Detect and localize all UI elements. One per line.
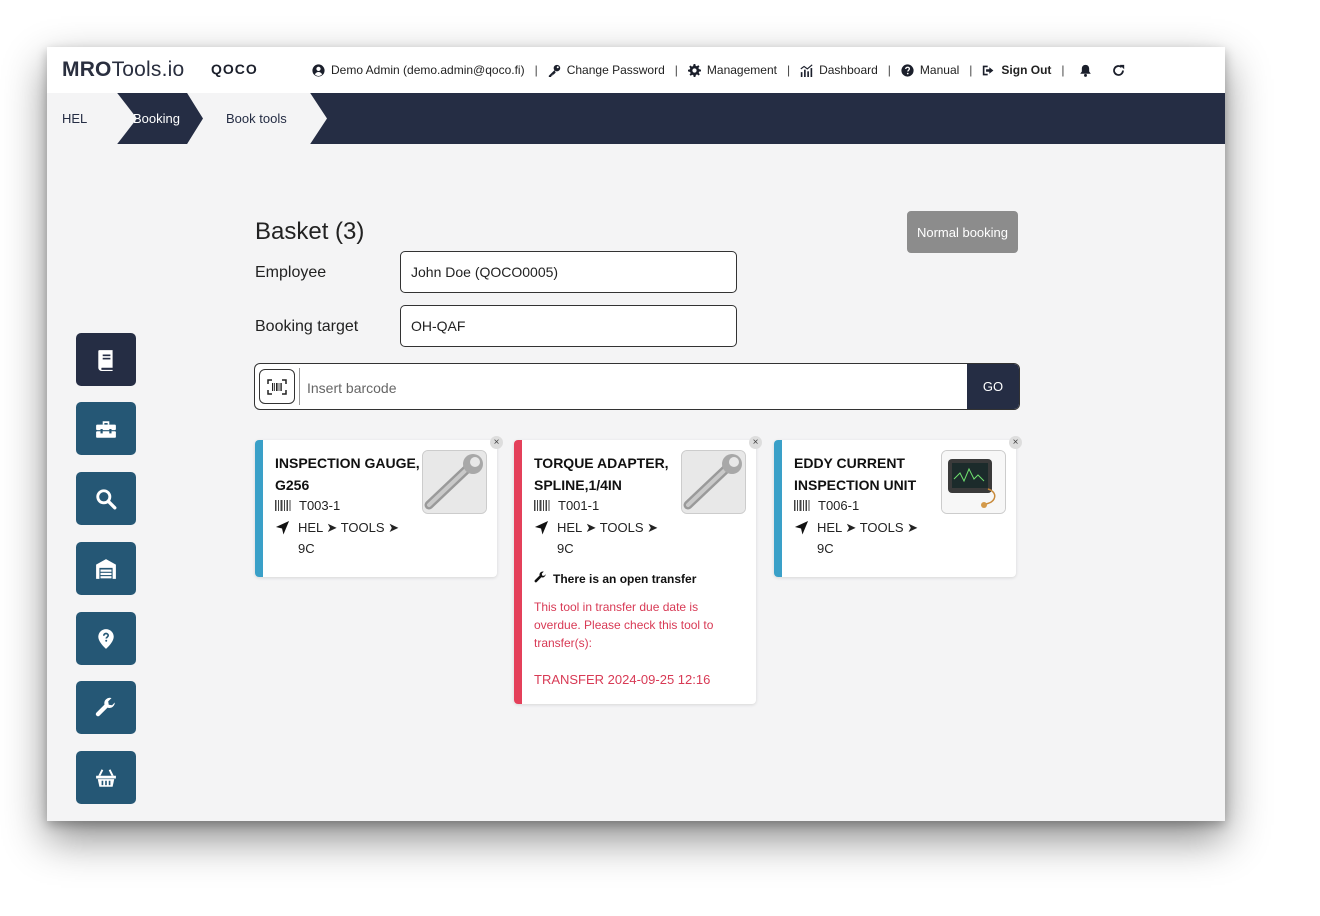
barcode-row: GO (254, 363, 1020, 410)
sidebar-book-button[interactable] (76, 333, 136, 386)
tool-location: HEL ➤ TOOLS ➤ 9C (557, 520, 659, 556)
barcode-scan-icon (267, 378, 287, 395)
remove-card-button[interactable]: × (749, 436, 762, 449)
basket-icon (96, 768, 116, 787)
barcode-icon (534, 500, 550, 511)
breadcrumb-book-tools[interactable]: Book tools (187, 93, 327, 144)
question-circle-icon (901, 63, 914, 77)
transfer-link[interactable]: TRANSFER 2024-09-25 12:16 (534, 672, 746, 687)
location-arrow-icon (275, 520, 290, 535)
nav-separator: | (534, 63, 538, 77)
refresh-button[interactable] (1112, 64, 1125, 77)
nav-separator: | (969, 63, 973, 77)
tool-location: HEL ➤ TOOLS ➤ 9C (298, 520, 400, 556)
barcode-icon (794, 500, 810, 511)
management-label: Management (706, 63, 777, 77)
book-icon (98, 349, 113, 371)
app-window: MROTools.io QOCO Demo Admin (demo.admin@… (47, 47, 1225, 821)
wrench-icon (95, 697, 115, 716)
tool-card[interactable]: × EDDY CURRENT INSPECTION UNIT T006-1 HE… (774, 436, 1022, 577)
tool-location: HEL ➤ TOOLS ➤ 9C (817, 520, 919, 556)
sidebar-basket-button[interactable] (76, 751, 136, 804)
refresh-icon (1112, 64, 1124, 76)
tool-name: INSPECTION GAUGE, G256 (275, 455, 420, 493)
sidebar-search-button[interactable] (76, 472, 136, 525)
scan-barcode-button[interactable] (259, 369, 295, 404)
key-icon (548, 64, 560, 77)
notifications-button[interactable] (1079, 64, 1092, 77)
employee-field[interactable]: John Doe (QOCO0005) (400, 251, 737, 293)
booking-target-label: Booking target (255, 318, 359, 335)
status-stripe (255, 440, 263, 577)
mrotools-logo[interactable]: MROTools.io (62, 58, 184, 82)
employee-label: Employee (255, 264, 327, 281)
tool-name: TORQUE ADAPTER, SPLINE,1/4IN (534, 455, 669, 493)
dashboard-chart-icon (800, 63, 813, 77)
tool-thumbnail-wrench (681, 450, 746, 514)
sign-out-link[interactable]: Sign Out (982, 63, 1051, 77)
open-transfer-text: There is an open transfer (553, 572, 697, 586)
barcode-input[interactable] (305, 364, 959, 409)
nav-separator: | (1061, 63, 1065, 77)
management-link[interactable]: Management (687, 63, 777, 77)
user-menu[interactable]: Demo Admin (demo.admin@qoco.fi) (312, 63, 525, 77)
dashboard-link[interactable]: Dashboard (800, 63, 878, 77)
tool-thumbnail-eddy-current-unit (941, 450, 1006, 514)
nav-separator: | (887, 63, 891, 77)
nav-separator: | (786, 63, 791, 77)
change-password-label: Change Password (566, 63, 665, 77)
normal-booking-button[interactable]: Normal booking (907, 211, 1018, 253)
bell-icon (1079, 64, 1091, 77)
tool-thumbnail-wrench (422, 450, 487, 514)
sign-out-label: Sign Out (1001, 63, 1052, 77)
go-button[interactable]: GO (967, 364, 1019, 409)
location-arrow-icon (534, 520, 549, 535)
qoco-logo: QOCO (211, 61, 258, 77)
tool-location-row: HEL ➤ TOOLS ➤ 9C (534, 517, 746, 559)
tool-id: T003-1 (299, 498, 341, 513)
location-arrow-icon (794, 520, 809, 535)
tool-id: T006-1 (818, 498, 860, 513)
warehouse-icon (96, 558, 116, 579)
sidebar-wrench-button[interactable] (76, 681, 136, 734)
manual-link[interactable]: Manual (901, 63, 959, 77)
location-question-icon (98, 628, 114, 649)
search-icon (96, 488, 117, 509)
change-password-link[interactable]: Change Password (548, 63, 665, 77)
basket-title: Basket (3) (255, 218, 365, 245)
user-label: Demo Admin (demo.admin@qoco.fi) (331, 63, 525, 77)
breadcrumb-bar: Book tools Booking HEL (47, 93, 1225, 144)
tool-id: T001-1 (558, 498, 600, 513)
tool-card[interactable]: × TORQUE ADAPTER, SPLINE,1/4IN T001-1 HE… (514, 436, 762, 704)
remove-card-button[interactable]: × (490, 436, 503, 449)
barcode-icon (275, 500, 291, 511)
user-icon (312, 63, 325, 77)
gear-icon (687, 63, 701, 77)
wrench-icon (534, 571, 546, 583)
toolbox-icon (96, 420, 116, 438)
sidebar-toolbox-button[interactable] (76, 402, 136, 455)
scan-divider (299, 368, 300, 405)
remove-card-button[interactable]: × (1009, 436, 1022, 449)
top-nav: Demo Admin (demo.admin@qoco.fi) | Change… (312, 47, 1125, 93)
manual-label: Manual (919, 63, 960, 77)
status-stripe (774, 440, 782, 577)
booking-target-field[interactable]: OH-QAF (400, 305, 737, 347)
sidebar-location-button[interactable] (76, 612, 136, 665)
sign-out-icon (983, 65, 994, 75)
nav-separator: | (674, 63, 678, 77)
tool-card[interactable]: × INSPECTION GAUGE, G256 T003-1 HEL ➤ TO… (255, 436, 503, 577)
overdue-message: This tool in transfer due date is overdu… (534, 600, 714, 650)
dashboard-label: Dashboard (819, 63, 878, 77)
tool-location-row: HEL ➤ TOOLS ➤ 9C (275, 517, 487, 559)
open-transfer-warning: There is an open transfer (534, 569, 746, 590)
sidebar-warehouse-button[interactable] (76, 542, 136, 595)
status-stripe (514, 440, 522, 704)
tool-location-row: HEL ➤ TOOLS ➤ 9C (794, 517, 1006, 559)
top-bar: MROTools.io QOCO Demo Admin (demo.admin@… (47, 47, 1225, 93)
tool-name: EDDY CURRENT INSPECTION UNIT (794, 455, 917, 493)
